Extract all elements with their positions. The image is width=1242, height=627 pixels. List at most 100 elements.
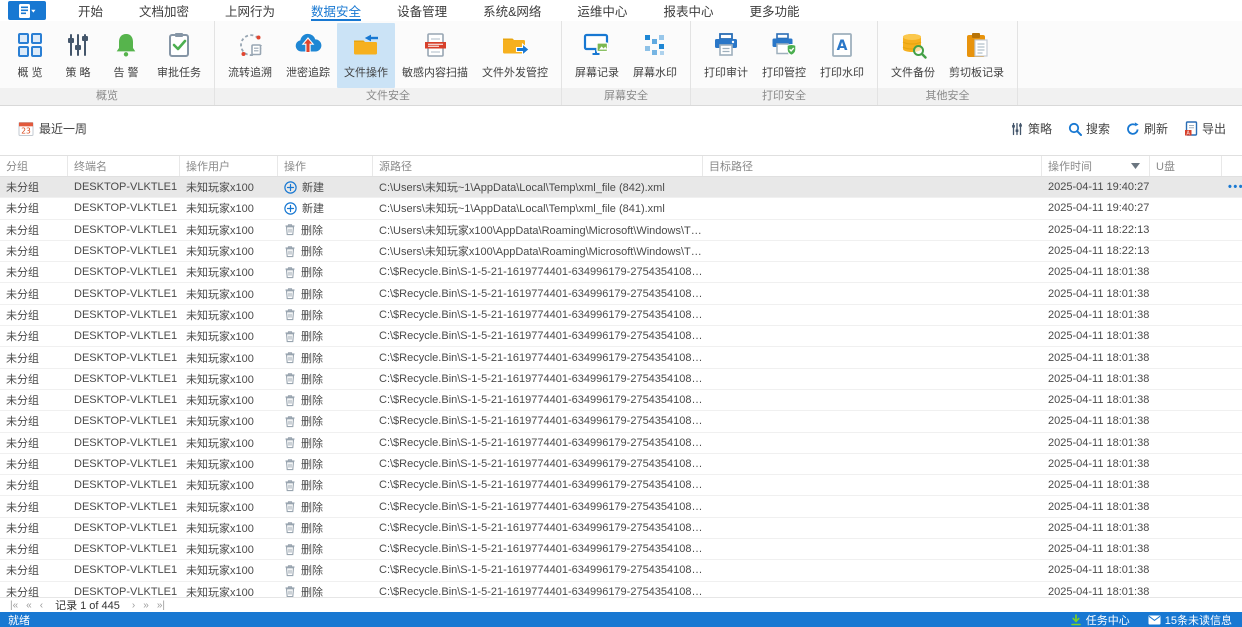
tab-系统&网络[interactable]: 系统&网络 — [483, 0, 541, 21]
column-header-操作用户[interactable]: 操作用户 — [180, 156, 278, 176]
ribbon-item-label: 概 览 — [17, 67, 43, 79]
cell-user: 未知玩家x100 — [186, 544, 254, 557]
ribbon-group-文件安全: 流转追溯 泄密追踪 文件操作 敏感内容扫描 文件外发管控 文件安全 — [215, 21, 562, 105]
cell-time: 2025-04-11 18:01:38 — [1048, 436, 1150, 449]
column-header-label: U盘 — [1156, 161, 1175, 173]
column-header-label: 分组 — [6, 161, 28, 173]
table-row[interactable]: 未分组 DESKTOP-VLKTLE1 未知玩家x100 删除 C:\$Recycle.… — [0, 432, 1242, 454]
row-actions-button[interactable]: ••• — [1228, 181, 1242, 193]
cell-group: 未分组 — [6, 224, 39, 237]
table-header: 分组 终端名 操作用户 操作 源路径 目标路径 操作时间 U盘 — [0, 155, 1242, 177]
cell-action: 删除 — [278, 307, 373, 323]
table-row[interactable]: 未分组 DESKTOP-VLKTLE1 未知玩家x100 删除 C:\$Recycle.… — [0, 453, 1242, 476]
ribbon-item-策略[interactable]: 策 略 — [54, 23, 102, 88]
prev-page-icon[interactable]: ‹ — [36, 599, 47, 612]
ribbon-item-流转追溯[interactable]: 流转追溯 — [221, 23, 279, 88]
刷新-button[interactable]: 刷新 — [1126, 120, 1168, 137]
tab-文档加密[interactable]: 文档加密 — [139, 0, 189, 21]
cell-source-path: C:\$Recycle.Bin\S-1-5-21-1619774401-6349… — [379, 394, 703, 407]
ribbon-item-告警[interactable]: 告 警 — [102, 23, 150, 88]
menu-tabs: 开始 文档加密 上网行为 数据安全 设备管理 系统&网络 运维中心 报表中心 更多功能 — [60, 0, 817, 21]
tab-报表中心[interactable]: 报表中心 — [663, 0, 713, 21]
cell-source-path: C:\$Recycle.Bin\S-1-5-21-1619774401-6349… — [379, 351, 703, 364]
table-row[interactable]: 未分组 DESKTOP-VLKTLE1 未知玩家x100 新建 C:\Users\未知玩… — [0, 198, 1242, 220]
策略-button[interactable]: 策略 — [1010, 120, 1052, 137]
ribbon-item-泄密追踪[interactable]: 泄密追踪 — [279, 23, 337, 88]
cell-terminal: DESKTOP-VLKTLE1 — [74, 394, 178, 407]
unread-messages-button[interactable]: 15条未读信息 — [1148, 612, 1232, 627]
table-row[interactable]: 未分组 DESKTOP-VLKTLE1 未知玩家x100 删除 C:\$Recycle.… — [0, 411, 1242, 433]
ribbon-item-文件操作[interactable]: 文件操作 — [337, 23, 395, 88]
ribbon-item-审批任务[interactable]: 审批任务 — [150, 23, 208, 88]
column-header-U盘[interactable]: U盘 — [1150, 156, 1222, 176]
ribbon-group-打印安全: 打印审计 打印管控 A 打印水印 打印安全 — [691, 21, 878, 105]
tab-开始[interactable]: 开始 — [78, 0, 103, 21]
delete-trash-icon — [284, 330, 296, 343]
action-label: 删除 — [301, 480, 323, 493]
cell-source-path: C:\$Recycle.Bin\S-1-5-21-1619774401-6349… — [379, 266, 703, 279]
column-filter-caret-icon[interactable] — [1131, 163, 1140, 169]
ribbon-item-打印审计[interactable]: 打印审计 — [697, 23, 755, 88]
cell-time: 2025-04-11 18:01:38 — [1048, 287, 1150, 300]
date-range-filter[interactable]: 23 最近一周 — [18, 120, 87, 137]
prev-fast-icon[interactable]: « — [22, 599, 36, 612]
ribbon-item-文件外发管控[interactable]: 文件外发管控 — [475, 23, 555, 88]
column-header-actions — [1222, 156, 1242, 176]
tab-设备管理[interactable]: 设备管理 — [397, 0, 447, 21]
ribbon-item-屏幕水印[interactable]: 屏幕水印 — [626, 23, 684, 88]
导出-button[interactable]: A 导出 — [1184, 120, 1226, 137]
filter-action-label: 刷新 — [1143, 122, 1168, 136]
first-page-icon[interactable]: |« — [6, 599, 22, 612]
last-page-icon[interactable]: »| — [153, 599, 169, 612]
column-header-操作时间[interactable]: 操作时间 — [1042, 156, 1150, 176]
column-header-目标路径[interactable]: 目标路径 — [703, 156, 1042, 176]
table-row[interactable]: 未分组 DESKTOP-VLKTLE1 未知玩家x100 删除 C:\$Recycle.… — [0, 581, 1242, 597]
table-row[interactable]: 未分组 DESKTOP-VLKTLE1 未知玩家x100 删除 C:\$Recycle.… — [0, 389, 1242, 412]
table-row[interactable]: 未分组 DESKTOP-VLKTLE1 未知玩家x100 删除 C:\$Recycle.… — [0, 539, 1242, 561]
action-label: 删除 — [301, 224, 323, 237]
app-menu-button[interactable] — [8, 1, 46, 20]
ribbon-item-剪切板记录[interactable]: 剪切板记录 — [942, 23, 1011, 88]
table-row[interactable]: 未分组 DESKTOP-VLKTLE1 未知玩家x100 删除 C:\$Recycle.… — [0, 517, 1242, 540]
task-center-button[interactable]: 任务中心 — [1070, 612, 1130, 627]
ribbon-item-文件备份[interactable]: 文件备份 — [884, 23, 942, 88]
date-range-label: 最近一周 — [39, 122, 88, 136]
搜索-button[interactable]: 搜索 — [1068, 120, 1110, 137]
table-row[interactable]: 未分组 DESKTOP-VLKTLE1 未知玩家x100 删除 C:\$Recycle.… — [0, 368, 1242, 390]
table-row[interactable]: 未分组 DESKTOP-VLKTLE1 未知玩家x100 删除 C:\$Recycle.… — [0, 496, 1242, 518]
cell-group: 未分组 — [6, 203, 39, 216]
column-header-操作[interactable]: 操作 — [278, 156, 373, 176]
ribbon-item-打印水印[interactable]: A 打印水印 — [813, 23, 871, 88]
table-row[interactable]: 未分组 DESKTOP-VLKTLE1 未知玩家x100 删除 C:\Users\未知玩… — [0, 219, 1242, 241]
table-row[interactable]: 未分组 DESKTOP-VLKTLE1 未知玩家x100 删除 C:\$Recycle.… — [0, 326, 1242, 348]
ribbon-item-打印管控[interactable]: 打印管控 — [755, 23, 813, 88]
table-row[interactable]: 未分组 DESKTOP-VLKTLE1 未知玩家x100 新建 C:\Users\未知玩… — [0, 177, 1242, 199]
table-row[interactable]: 未分组 DESKTOP-VLKTLE1 未知玩家x100 删除 C:\$Recycle.… — [0, 560, 1242, 582]
column-header-源路径[interactable]: 源路径 — [373, 156, 703, 176]
cell-terminal: DESKTOP-VLKTLE1 — [74, 287, 178, 300]
column-header-分组[interactable]: 分组 — [0, 156, 68, 176]
tab-数据安全[interactable]: 数据安全 — [311, 0, 362, 21]
ribbon-item-label: 文件备份 — [891, 67, 935, 79]
ribbon-item-label: 屏幕水印 — [633, 67, 677, 79]
ribbon-item-label: 流转追溯 — [228, 67, 272, 79]
table-row[interactable]: 未分组 DESKTOP-VLKTLE1 未知玩家x100 删除 C:\$Recycle.… — [0, 283, 1242, 305]
record-count-label: 记录 1 of 445 — [55, 600, 120, 612]
next-fast-icon[interactable]: » — [139, 599, 153, 612]
ribbon-item-概览[interactable]: 概 览 — [6, 23, 54, 88]
tab-更多功能[interactable]: 更多功能 — [749, 0, 799, 21]
next-page-icon[interactable]: › — [128, 599, 139, 612]
action-label: 删除 — [301, 309, 323, 322]
action-label: 删除 — [301, 246, 323, 259]
tab-运维中心[interactable]: 运维中心 — [577, 0, 627, 21]
table-row[interactable]: 未分组 DESKTOP-VLKTLE1 未知玩家x100 删除 C:\$Recycle.… — [0, 262, 1242, 284]
table-row[interactable]: 未分组 DESKTOP-VLKTLE1 未知玩家x100 删除 C:\$Recycle.… — [0, 475, 1242, 497]
cell-source-path: C:\$Recycle.Bin\S-1-5-21-1619774401-6349… — [379, 564, 703, 577]
ribbon-item-屏幕记录[interactable]: 屏幕记录 — [568, 23, 626, 88]
ribbon-item-敏感内容扫描[interactable]: 敏感内容扫描 — [395, 23, 475, 88]
table-row[interactable]: 未分组 DESKTOP-VLKTLE1 未知玩家x100 删除 C:\$Recycle.… — [0, 304, 1242, 327]
table-row[interactable]: 未分组 DESKTOP-VLKTLE1 未知玩家x100 删除 C:\Users\未知玩… — [0, 240, 1242, 263]
table-row[interactable]: 未分组 DESKTOP-VLKTLE1 未知玩家x100 删除 C:\$Recycle.… — [0, 347, 1242, 369]
column-header-终端名[interactable]: 终端名 — [68, 156, 180, 176]
tab-上网行为[interactable]: 上网行为 — [225, 0, 275, 21]
